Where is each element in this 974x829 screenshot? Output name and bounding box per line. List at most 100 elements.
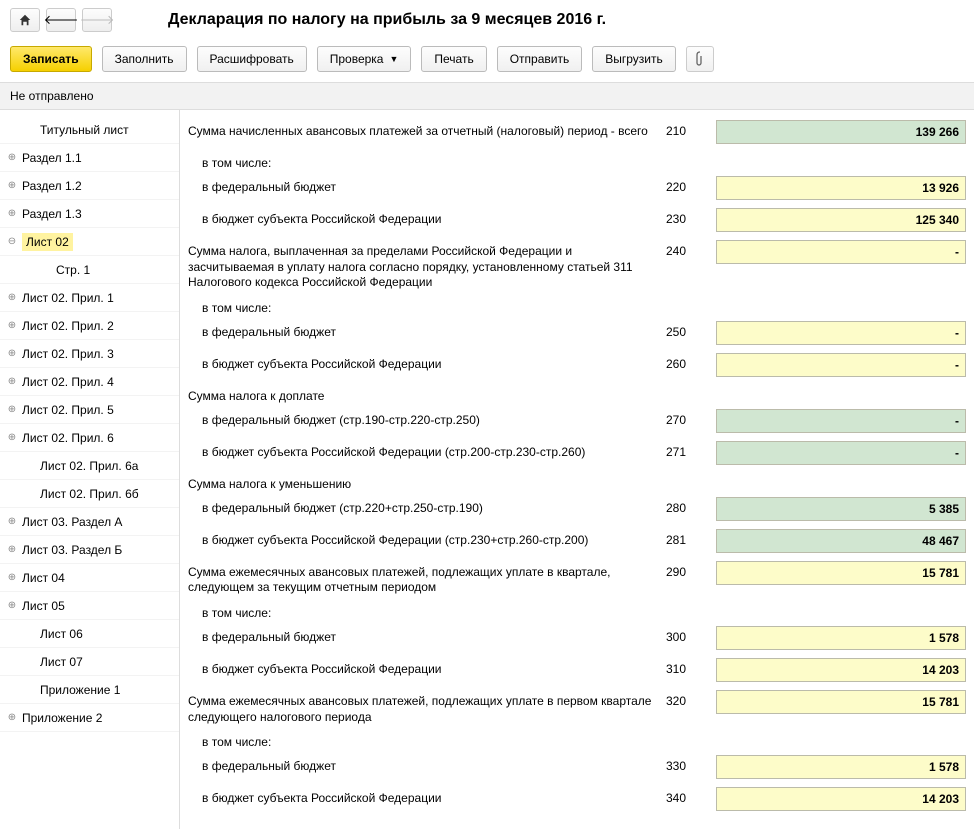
value-input[interactable] [716, 321, 966, 345]
expand-icon[interactable]: ⊕ [6, 292, 18, 304]
expand-icon[interactable]: ⊕ [6, 516, 18, 528]
expand-icon[interactable]: ⊕ [6, 348, 18, 360]
value-input[interactable] [716, 409, 966, 433]
value-input[interactable] [716, 626, 966, 650]
tree-item-label: Лист 02. Прил. 3 [22, 347, 114, 361]
tree-item[interactable]: Стр. 1 [0, 256, 179, 284]
value-input[interactable] [716, 497, 966, 521]
tree-item[interactable]: Лист 02. Прил. 6б [0, 480, 179, 508]
tree-item-label: Лист 03. Раздел Б [22, 543, 122, 557]
home-button[interactable] [10, 8, 40, 32]
tree-item-label: Раздел 1.2 [22, 179, 82, 193]
value-input[interactable] [716, 658, 966, 682]
tree-item[interactable]: ⊕ Лист 02. Прил. 4 [0, 368, 179, 396]
row-value-cell [716, 529, 966, 553]
expand-icon[interactable]: ⊕ [6, 208, 18, 220]
section-title: в том числе: [188, 602, 966, 626]
row-code: 270 [666, 409, 716, 427]
tree-item[interactable]: Лист 07 [0, 648, 179, 676]
value-input[interactable] [716, 441, 966, 465]
tree-item[interactable]: ⊕Лист 02. Прил. 2 [0, 312, 179, 340]
tree-item[interactable]: ⊕Лист 02. Прил. 1 [0, 284, 179, 312]
expand-icon[interactable]: ⊕ [6, 152, 18, 164]
tree-item[interactable]: ⊕ Раздел 1.1 [0, 144, 179, 172]
form-row: в федеральный бюджет300 [188, 626, 966, 652]
tree-item-label: Стр. 1 [56, 263, 90, 277]
row-code: 300 [666, 626, 716, 644]
value-input[interactable] [716, 120, 966, 144]
expand-icon[interactable]: ⊕ [6, 404, 18, 416]
attach-button[interactable] [686, 46, 714, 72]
tree-item-label: Лист 02. Прил. 5 [22, 403, 114, 417]
value-input[interactable] [716, 787, 966, 811]
row-code: 310 [666, 658, 716, 676]
expand-icon[interactable]: ⊕ [6, 572, 18, 584]
row-code: 330 [666, 755, 716, 773]
value-input[interactable] [716, 208, 966, 232]
tree-item[interactable]: ⊕ Раздел 1.3 [0, 200, 179, 228]
tree-item[interactable]: Лист 06 [0, 620, 179, 648]
tree-item[interactable]: ⊕ Лист 03. Раздел А [0, 508, 179, 536]
tree-item[interactable]: ⊕ Раздел 1.2 [0, 172, 179, 200]
expand-icon[interactable]: ⊕ [6, 376, 18, 388]
form-row: в бюджет субъекта Российской Федерации23… [188, 208, 966, 234]
expand-icon[interactable]: ⊕ [6, 544, 18, 556]
value-input[interactable] [716, 176, 966, 200]
send-button[interactable]: Отправить [497, 46, 583, 72]
check-button[interactable]: Проверка▼ [317, 46, 412, 72]
form-row: в бюджет субъекта Российской Федерации31… [188, 658, 966, 684]
expand-icon[interactable]: ⊕ [6, 600, 18, 612]
form-row: в федеральный бюджет (стр.220+стр.250-ст… [188, 497, 966, 523]
row-desc: в бюджет субъекта Российской Федерации (… [188, 529, 666, 549]
caret-icon: ▼ [389, 54, 398, 64]
value-input[interactable] [716, 690, 966, 714]
value-input[interactable] [716, 755, 966, 779]
row-value-cell [716, 441, 966, 465]
expand-icon[interactable]: ⊕ [6, 180, 18, 192]
tree-item[interactable]: ⊕Лист 05 [0, 592, 179, 620]
form-row: Сумма ежемесячных авансовых платежей, по… [188, 690, 966, 725]
collapse-icon[interactable]: ⊖ [6, 236, 18, 248]
tree-item-label: Лист 03. Раздел А [22, 515, 122, 529]
print-button[interactable]: Печать [421, 46, 486, 72]
tree-item-label: Раздел 1.1 [22, 151, 82, 165]
row-code: 210 [666, 120, 716, 138]
value-input[interactable] [716, 529, 966, 553]
tree-item[interactable]: ⊕ Лист 02. Прил. 3 [0, 340, 179, 368]
tree-item[interactable]: ⊕ Лист 02. Прил. 5 [0, 396, 179, 424]
value-input[interactable] [716, 353, 966, 377]
tree-item[interactable]: ⊕ Лист 03. Раздел Б [0, 536, 179, 564]
form-row: в федеральный бюджет220 [188, 176, 966, 202]
tree-item-label: Раздел 1.3 [22, 207, 82, 221]
expand-icon[interactable]: ⊕ [6, 712, 18, 724]
save-button[interactable]: Записать [10, 46, 92, 72]
back-button[interactable]: 🡐 [46, 8, 76, 32]
value-input[interactable] [716, 240, 966, 264]
export-button[interactable]: Выгрузить [592, 46, 676, 72]
form-row: в бюджет субъекта Российской Федерации (… [188, 441, 966, 467]
tree-item-label: Лист 02. Прил. 6 [22, 431, 114, 445]
tree-item-label: Лист 02. Прил. 4 [22, 375, 114, 389]
row-code: 340 [666, 787, 716, 805]
section-title: Сумма налога к доплате [188, 385, 966, 409]
row-code: 281 [666, 529, 716, 547]
tree-item[interactable]: ⊕ Лист 02. Прил. 6 [0, 424, 179, 452]
forward-button[interactable]: 🡒 [82, 8, 112, 32]
tree-item[interactable]: ⊕Приложение 2 [0, 704, 179, 732]
expand-icon[interactable]: ⊕ [6, 432, 18, 444]
tree-item[interactable]: Приложение 1 [0, 676, 179, 704]
row-desc: в бюджет субъекта Российской Федерации [188, 787, 666, 807]
decode-button[interactable]: Расшифровать [197, 46, 307, 72]
form-row: Сумма ежемесячных авансовых платежей, по… [188, 561, 966, 596]
tree-item[interactable]: Лист 02. Прил. 6а [0, 452, 179, 480]
fill-button[interactable]: Заполнить [102, 46, 187, 72]
row-desc: в бюджет субъекта Российской Федерации [188, 658, 666, 678]
row-value-cell [716, 353, 966, 377]
tree-item[interactable]: Титульный лист [0, 116, 179, 144]
tree-item[interactable]: ⊕Лист 04 [0, 564, 179, 592]
expand-icon[interactable]: ⊕ [6, 320, 18, 332]
form-row: в федеральный бюджет (стр.190-стр.220-ст… [188, 409, 966, 435]
form-row: в бюджет субъекта Российской Федерации26… [188, 353, 966, 379]
tree-item[interactable]: ⊖Лист 02 [0, 228, 179, 256]
value-input[interactable] [716, 561, 966, 585]
